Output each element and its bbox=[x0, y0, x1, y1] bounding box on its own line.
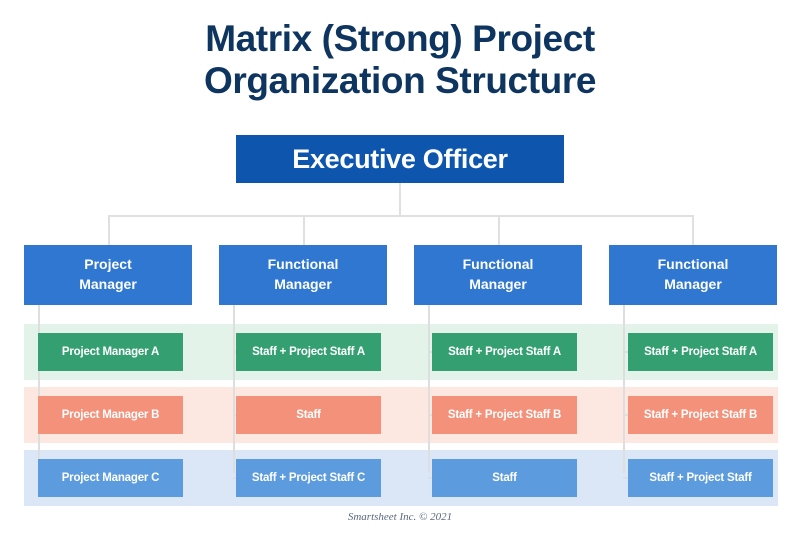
executive-officer-box[interactable]: Executive Officer bbox=[236, 135, 564, 183]
manager-box-4-line-1: Functional bbox=[657, 256, 729, 273]
page-title: Matrix (Strong) Project Organization Str… bbox=[0, 18, 800, 102]
trunk-col-3 bbox=[428, 305, 430, 473]
page-title-line-1: Matrix (Strong) Project bbox=[205, 18, 595, 59]
cell-a-4[interactable]: Staff + Project Staff A bbox=[628, 333, 773, 371]
cell-b-3[interactable]: Staff + Project Staff B bbox=[432, 396, 577, 434]
cell-a-3[interactable]: Staff + Project Staff A bbox=[432, 333, 577, 371]
connector-drop-col-4 bbox=[692, 215, 694, 245]
connector-exec-drop bbox=[399, 183, 401, 215]
manager-box-4-line-2: Manager bbox=[664, 276, 722, 292]
manager-box-1[interactable]: Project Manager bbox=[24, 245, 192, 305]
page-title-line-2: Organization Structure bbox=[203, 60, 597, 102]
cell-c-1[interactable]: Project Manager C bbox=[38, 459, 183, 497]
manager-box-2-line-1: Functional bbox=[267, 256, 339, 273]
manager-box-2-line-2: Manager bbox=[274, 276, 332, 292]
trunk-col-2 bbox=[233, 305, 235, 473]
connector-drop-col-3 bbox=[498, 215, 500, 245]
cell-c-3[interactable]: Staff bbox=[432, 459, 577, 497]
manager-box-1-line-1: Project bbox=[84, 256, 132, 273]
trunk-col-4 bbox=[623, 305, 625, 473]
manager-box-3[interactable]: Functional Manager bbox=[414, 245, 582, 305]
connector-horizontal-bus bbox=[108, 215, 692, 217]
manager-box-4[interactable]: Functional Manager bbox=[609, 245, 777, 305]
manager-box-2[interactable]: Functional Manager bbox=[219, 245, 387, 305]
manager-box-3-line-2: Manager bbox=[469, 276, 527, 292]
cell-a-2[interactable]: Staff + Project Staff A bbox=[236, 333, 381, 371]
footer-attribution: Smartsheet Inc. © 2021 bbox=[347, 511, 453, 523]
connector-drop-col-2 bbox=[303, 215, 305, 245]
cell-b-1[interactable]: Project Manager B bbox=[38, 396, 183, 434]
cell-b-2[interactable]: Staff bbox=[236, 396, 381, 434]
cell-c-2[interactable]: Staff + Project Staff C bbox=[236, 459, 381, 497]
org-chart-canvas: Matrix (Strong) Project Organization Str… bbox=[0, 0, 800, 541]
cell-c-4[interactable]: Staff + Project Staff bbox=[628, 459, 773, 497]
cell-a-1[interactable]: Project Manager A bbox=[38, 333, 183, 371]
manager-box-1-line-2: Manager bbox=[79, 276, 137, 292]
manager-box-3-line-1: Functional bbox=[462, 256, 534, 273]
connector-drop-col-1 bbox=[108, 215, 110, 245]
trunk-col-1 bbox=[38, 305, 40, 473]
cell-b-4[interactable]: Staff + Project Staff B bbox=[628, 396, 773, 434]
